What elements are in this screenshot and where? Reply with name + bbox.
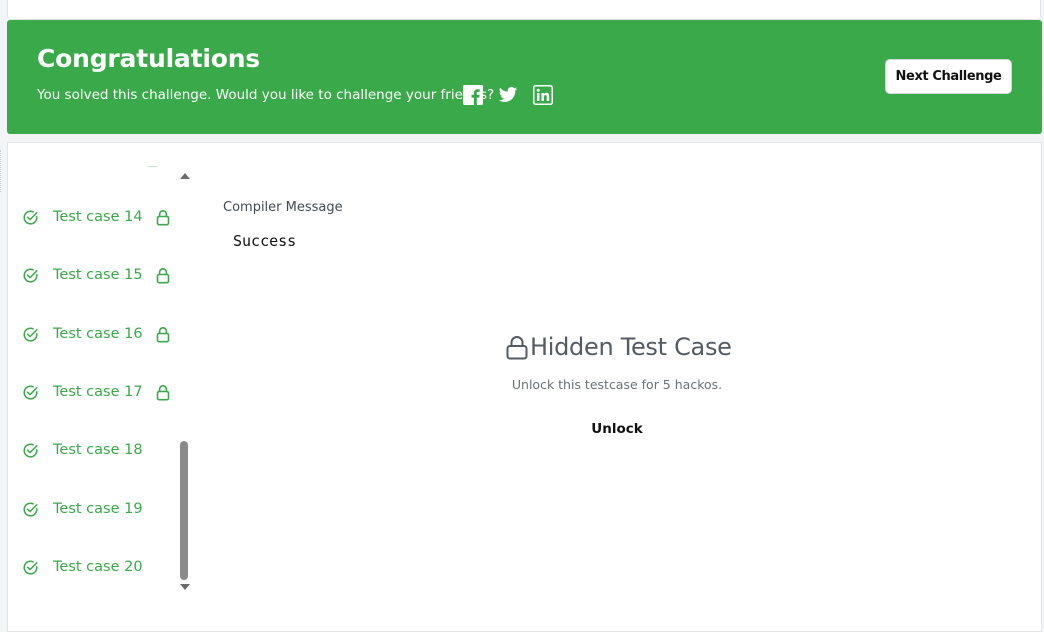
- lock-icon: [156, 209, 169, 225]
- test-case-label: Test case 17: [53, 384, 143, 400]
- scrollbar-thumb[interactable]: [180, 441, 188, 580]
- scroll-down-arrow-icon[interactable]: [180, 584, 190, 590]
- test-case-item[interactable]: Test case 15: [22, 264, 170, 286]
- banner-message: You solved this challenge. Would you lik…: [37, 87, 495, 103]
- linkedin-icon[interactable]: [533, 85, 553, 105]
- unlock-button[interactable]: Unlock: [577, 417, 657, 441]
- next-challenge-button[interactable]: Next Challenge: [885, 59, 1012, 94]
- results-panel: Test case 14 Test case 15 Test case 16 T…: [7, 142, 1042, 632]
- test-case-label: Test case 18: [53, 442, 143, 458]
- test-case-label: Test case 19: [53, 501, 143, 517]
- check-circle-icon: [23, 385, 38, 400]
- lock-icon: [156, 384, 169, 400]
- test-case-item[interactable]: Test case 16: [22, 323, 170, 345]
- check-circle-icon: [23, 502, 38, 517]
- check-circle-icon: [23, 327, 38, 342]
- hidden-test-case-title: Hidden Test Case: [506, 333, 732, 361]
- lock-icon: [156, 326, 169, 342]
- scroll-up-arrow-icon[interactable]: [180, 173, 190, 179]
- banner-title: Congratulations: [37, 44, 260, 73]
- test-case-item[interactable]: Test case 14: [22, 206, 170, 228]
- test-case-item[interactable]: Test case 17: [22, 381, 170, 403]
- congratulations-banner: Congratulations You solved this challeng…: [7, 20, 1042, 134]
- facebook-icon[interactable]: [463, 85, 483, 105]
- test-case-label: Test case 14: [53, 209, 143, 225]
- partial-list-item: [148, 166, 158, 169]
- test-case-list: Test case 14 Test case 15 Test case 16 T…: [8, 143, 183, 627]
- test-case-item[interactable]: Test case 18: [22, 439, 143, 461]
- check-circle-icon: [23, 268, 38, 283]
- hidden-test-case-heading: Hidden Test Case: [530, 333, 732, 361]
- lock-icon: [506, 335, 528, 359]
- check-circle-icon: [23, 443, 38, 458]
- test-case-item[interactable]: Test case 19: [22, 498, 143, 520]
- test-case-label: Test case 20: [53, 559, 143, 575]
- test-case-label: Test case 16: [53, 326, 143, 342]
- compiler-message-value: Success: [233, 232, 297, 250]
- test-case-item[interactable]: Test case 20: [22, 556, 143, 578]
- resize-handle[interactable]: [0, 150, 3, 192]
- lock-icon: [156, 267, 169, 283]
- check-circle-icon: [23, 210, 38, 225]
- twitter-icon[interactable]: [498, 85, 518, 105]
- unlock-description: Unlock this testcase for 5 hackos.: [511, 377, 723, 392]
- test-case-label: Test case 15: [53, 267, 143, 283]
- previous-card-edge: [7, 0, 1041, 20]
- test-case-scrollbar[interactable]: [178, 171, 191, 597]
- check-circle-icon: [23, 560, 38, 575]
- compiler-message-label: Compiler Message: [223, 200, 343, 215]
